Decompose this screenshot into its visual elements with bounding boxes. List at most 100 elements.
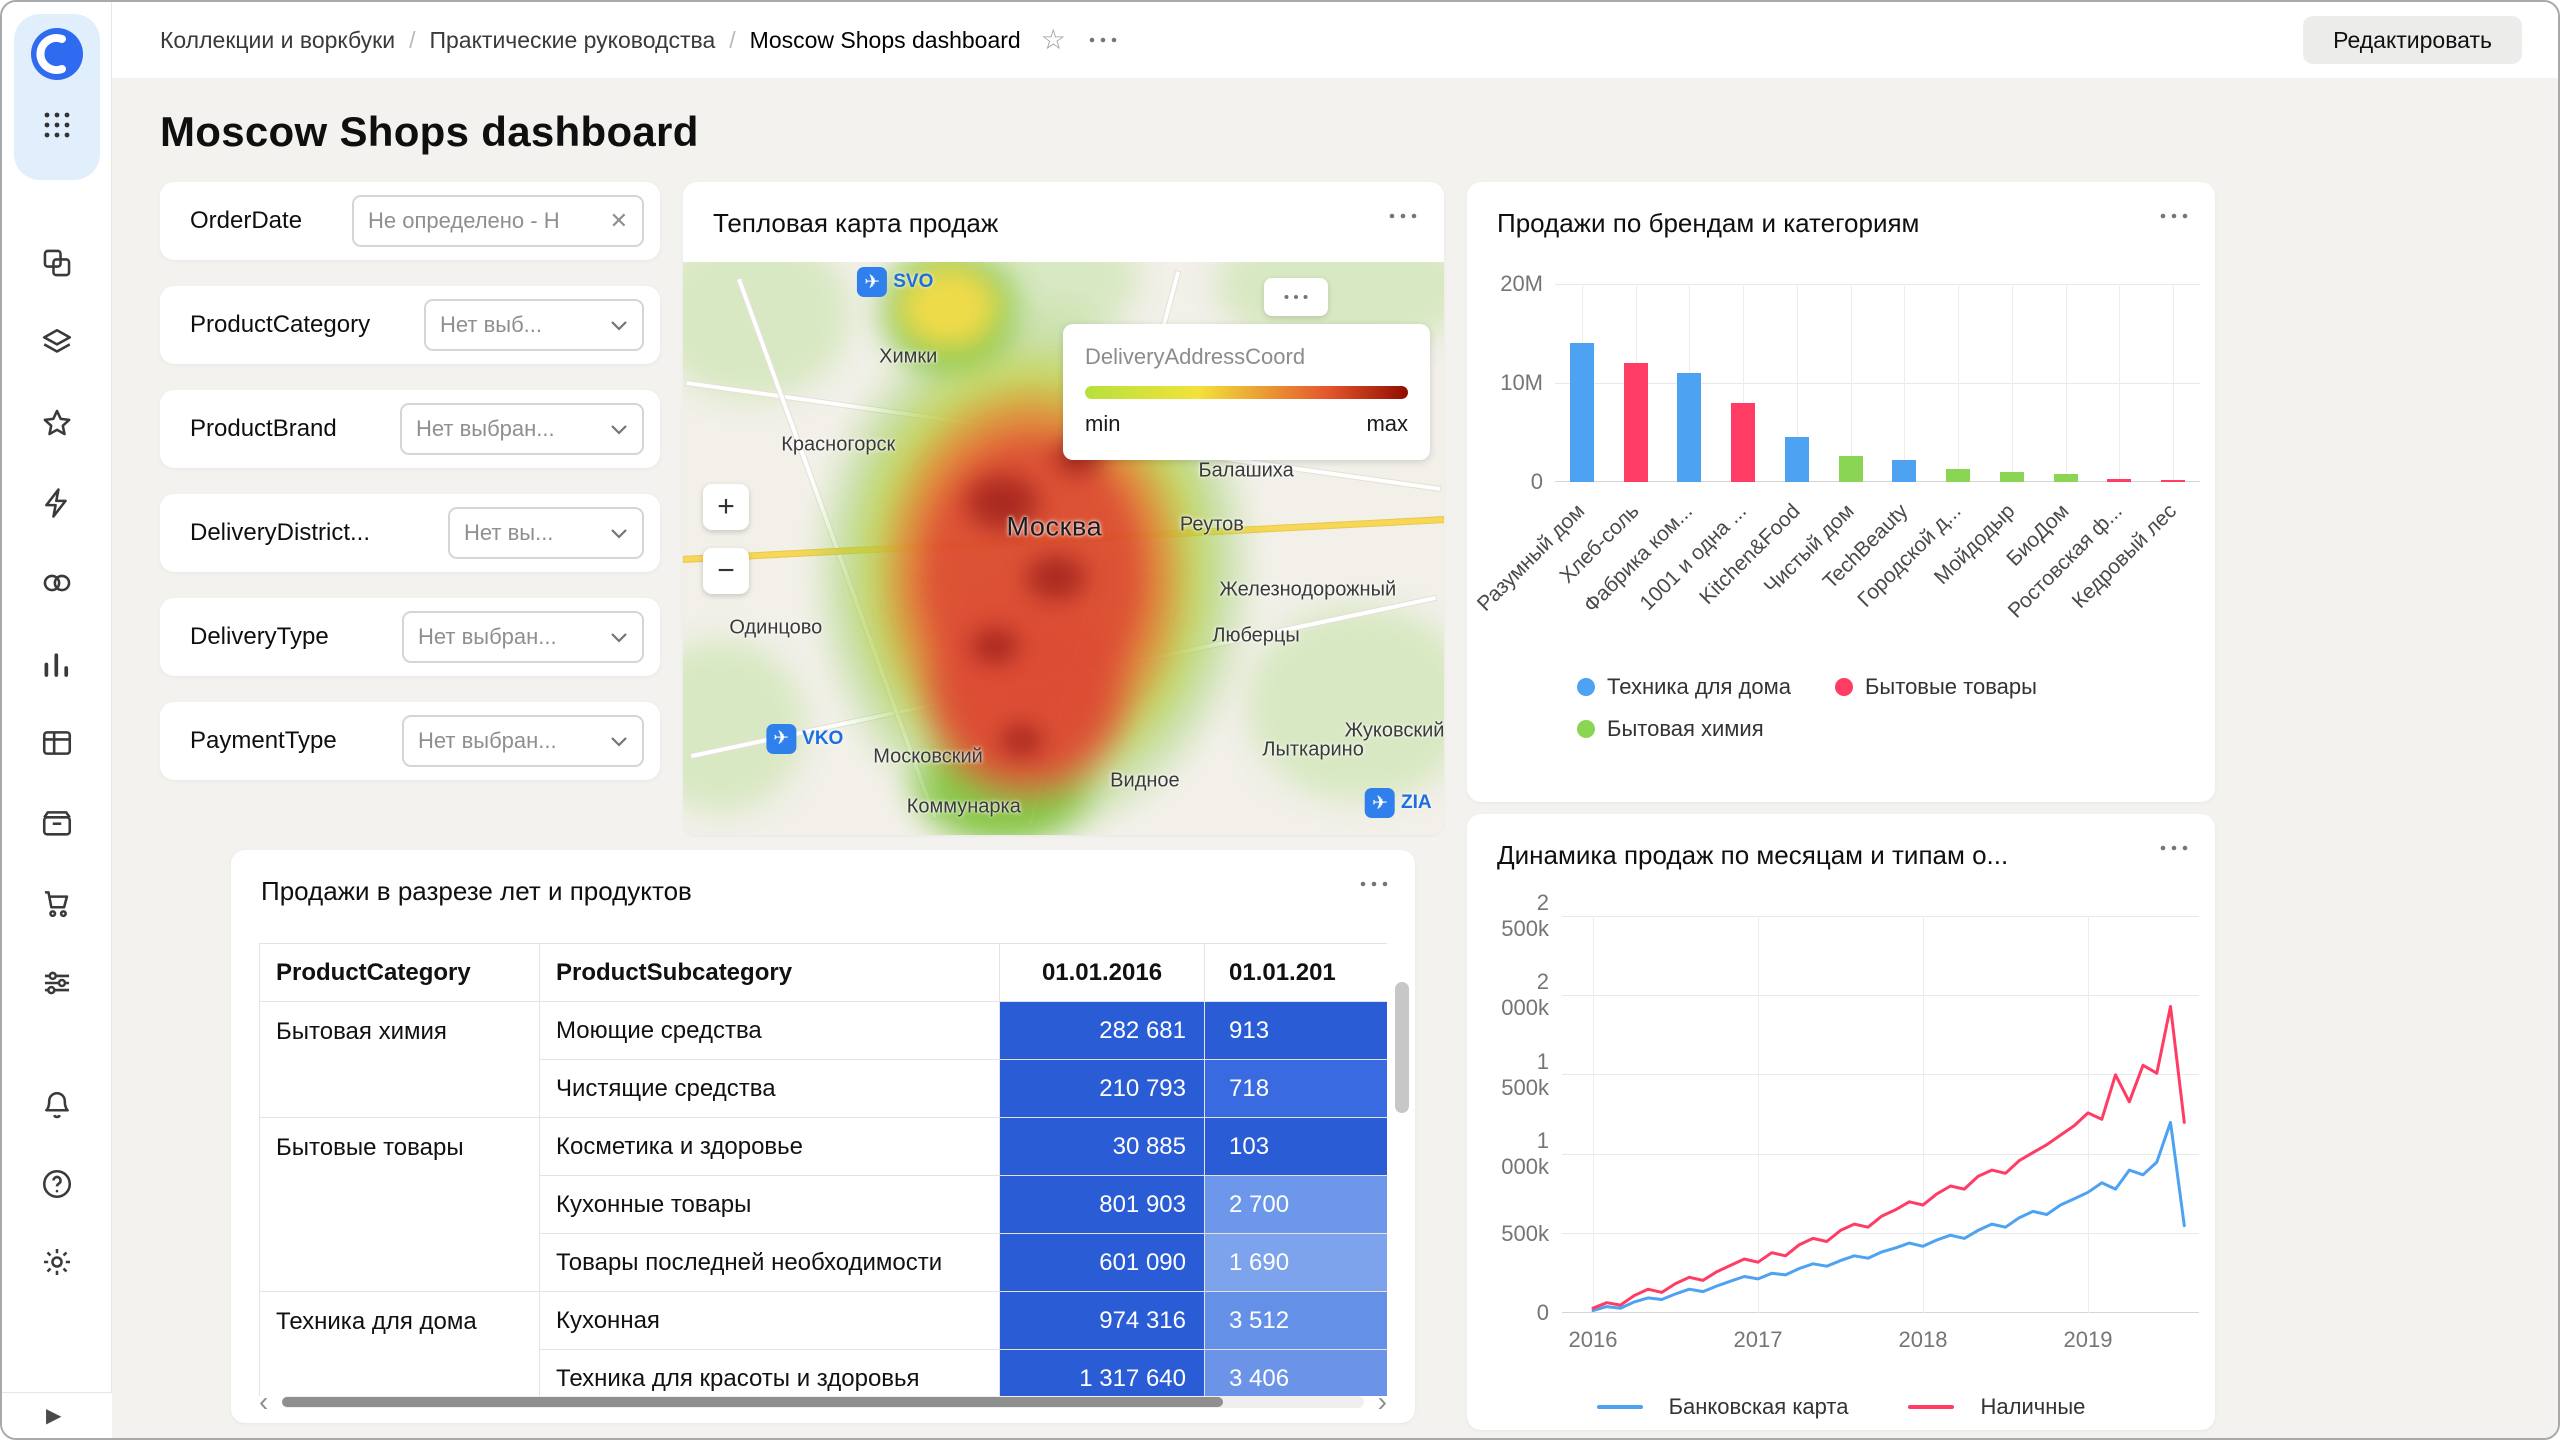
- paymenttype-select[interactable]: Нет выбран...: [402, 715, 644, 767]
- edit-button[interactable]: Редактировать: [2303, 16, 2522, 64]
- airport-code: VKO: [802, 728, 843, 750]
- legend-item[interactable]: Бытовая химия: [1577, 716, 1764, 742]
- zoom-in-button[interactable]: +: [703, 484, 749, 530]
- collections-icon[interactable]: [39, 245, 75, 281]
- horizontal-scroll-thumb[interactable]: [282, 1397, 1223, 1407]
- bar[interactable]: [2000, 472, 2024, 482]
- sidebar-collapse-row: ▶: [2, 1392, 112, 1438]
- table-vertical-scrollbar[interactable]: [1395, 943, 1409, 1396]
- value-cell: 2 700: [1205, 1176, 1388, 1234]
- bar[interactable]: [2161, 480, 2185, 482]
- datalens-logo-icon[interactable]: [31, 28, 83, 80]
- productcategory-select[interactable]: Нет выб...: [424, 299, 644, 351]
- moscow-map[interactable]: ХимкиКрасногорскМоскваБалашихаРеутовЖеле…: [683, 262, 1444, 835]
- widget-menu-icon[interactable]: [1359, 880, 1389, 888]
- filter-deliverytype: DeliveryType Нет выбран...: [160, 598, 660, 676]
- heatmap-widget: Тепловая карта продаж: [683, 182, 1444, 835]
- breadcrumb-separator: /: [729, 27, 735, 54]
- category-cell: Бытовые товары: [260, 1118, 540, 1292]
- connections-icon[interactable]: [39, 565, 75, 601]
- clear-icon[interactable]: ✕: [610, 208, 628, 234]
- bar[interactable]: [2054, 474, 2078, 482]
- marketplace-cart-icon[interactable]: [39, 885, 75, 921]
- line-chart-area[interactable]: 2 500k 2 000k 1 500k 1 000k 500k 0 2016 …: [1493, 902, 2189, 1430]
- bar[interactable]: [1570, 343, 1594, 482]
- legend-item[interactable]: Бытовые товары: [1835, 674, 2037, 700]
- bar[interactable]: [1946, 469, 1970, 482]
- filter-label: ProductCategory: [190, 311, 370, 339]
- deliverytype-select[interactable]: Нет выбран...: [402, 611, 644, 663]
- widget-menu-icon[interactable]: [1388, 212, 1418, 220]
- legend-item[interactable]: Наличные: [1908, 1394, 2085, 1420]
- legend-gradient-bar: [1085, 386, 1408, 399]
- sidebar-expand-icon[interactable]: ▶: [46, 1403, 61, 1428]
- legend-label: Бытовые товары: [1865, 674, 2037, 700]
- legend-dot: [1577, 720, 1595, 738]
- bar[interactable]: [2107, 479, 2131, 482]
- legend-line-swatch: [1908, 1405, 1954, 1409]
- bar-chart-area[interactable]: 20M 10M 0 Разумный домХлеб-сольФабрика к…: [1493, 274, 2189, 802]
- subcategory-cell: Чистящие средства: [540, 1060, 1000, 1118]
- charts-icon[interactable]: [39, 645, 75, 681]
- line-series[interactable]: [1593, 1007, 2184, 1309]
- settings-sliders-icon[interactable]: [39, 965, 75, 1001]
- scroll-right-icon[interactable]: ›: [1378, 1388, 1387, 1416]
- bar[interactable]: [1677, 373, 1701, 482]
- legend-item[interactable]: Банковская карта: [1597, 1394, 1849, 1420]
- airport-marker: ✈SVO: [857, 267, 933, 297]
- vertical-scroll-thumb[interactable]: [1395, 982, 1409, 1113]
- bar[interactable]: [1839, 456, 1863, 482]
- line-plot[interactable]: [1562, 916, 2199, 1313]
- deliverydistrict-select[interactable]: Нет вы...: [448, 507, 644, 559]
- orderdate-select[interactable]: Не определено - Н ✕: [352, 195, 644, 247]
- breadcrumb: Коллекции и воркбуки / Практические руко…: [160, 27, 1021, 54]
- bar[interactable]: [1731, 403, 1755, 482]
- apps-grid-icon[interactable]: [42, 110, 72, 140]
- filter-label: DeliveryDistrict...: [190, 519, 370, 547]
- workbooks-layers-icon[interactable]: [39, 325, 75, 361]
- datasets-table-icon[interactable]: [39, 725, 75, 761]
- gear-icon[interactable]: [39, 1244, 75, 1280]
- storage-box-icon[interactable]: [39, 805, 75, 841]
- bar[interactable]: [1892, 460, 1916, 482]
- airport-code: SVO: [893, 271, 933, 293]
- widget-menu-icon[interactable]: [2159, 212, 2189, 220]
- filter-label: PaymentType: [190, 727, 337, 755]
- breadcrumb-current: Moscow Shops dashboard: [750, 27, 1021, 54]
- favorite-star-icon[interactable]: ☆: [1041, 26, 1066, 54]
- help-icon[interactable]: [39, 1166, 75, 1202]
- favorites-star-icon[interactable]: [39, 405, 75, 441]
- header-more-icon[interactable]: [1088, 36, 1118, 44]
- legend-label: Бытовая химия: [1607, 716, 1764, 742]
- map-place-label: Реутов: [1180, 514, 1244, 537]
- subcategory-cell: Товары последней необходимости: [540, 1234, 1000, 1292]
- productbrand-select[interactable]: Нет выбран...: [400, 403, 644, 455]
- widget-menu-icon[interactable]: [2159, 844, 2189, 852]
- table-row: Техника для дома Кухонная 974 316 3 512: [260, 1292, 1388, 1350]
- breadcrumb-guides[interactable]: Практические руководства: [429, 27, 715, 54]
- zoom-out-button[interactable]: −: [703, 548, 749, 594]
- value-cell: 801 903: [1000, 1176, 1205, 1234]
- breadcrumb-collections[interactable]: Коллекции и воркбуки: [160, 27, 395, 54]
- scroll-left-icon[interactable]: ‹: [259, 1388, 268, 1416]
- map-more-button[interactable]: [1264, 278, 1328, 316]
- dashboard-content: Moscow Shops dashboard OrderDate Не опре…: [112, 78, 2558, 1438]
- horizontal-scroll-track[interactable]: [282, 1396, 1363, 1408]
- vertical-gridline: [1958, 284, 1959, 482]
- quick-actions-lightning-icon[interactable]: [39, 485, 75, 521]
- bar[interactable]: [1785, 437, 1809, 482]
- bar-plot[interactable]: [1555, 284, 2200, 482]
- notifications-bell-icon[interactable]: [39, 1088, 75, 1124]
- filter-value: Не определено - Н: [368, 208, 600, 234]
- y-tick: 500k: [1493, 1221, 1549, 1247]
- map-place-label: Одинцово: [729, 617, 822, 640]
- legend-item[interactable]: Техника для дома: [1577, 674, 1791, 700]
- widget-title: Динамика продаж по месяцам и типам о...: [1497, 840, 2008, 871]
- filter-deliverydistrict: DeliveryDistrict... Нет вы...: [160, 494, 660, 572]
- legend-dot: [1577, 678, 1595, 696]
- filter-label: OrderDate: [190, 207, 302, 235]
- sidebar: ▶: [2, 2, 112, 1438]
- chevron-down-icon: [610, 736, 628, 747]
- bar[interactable]: [1624, 363, 1648, 482]
- subcategory-cell: Кухонные товары: [540, 1176, 1000, 1234]
